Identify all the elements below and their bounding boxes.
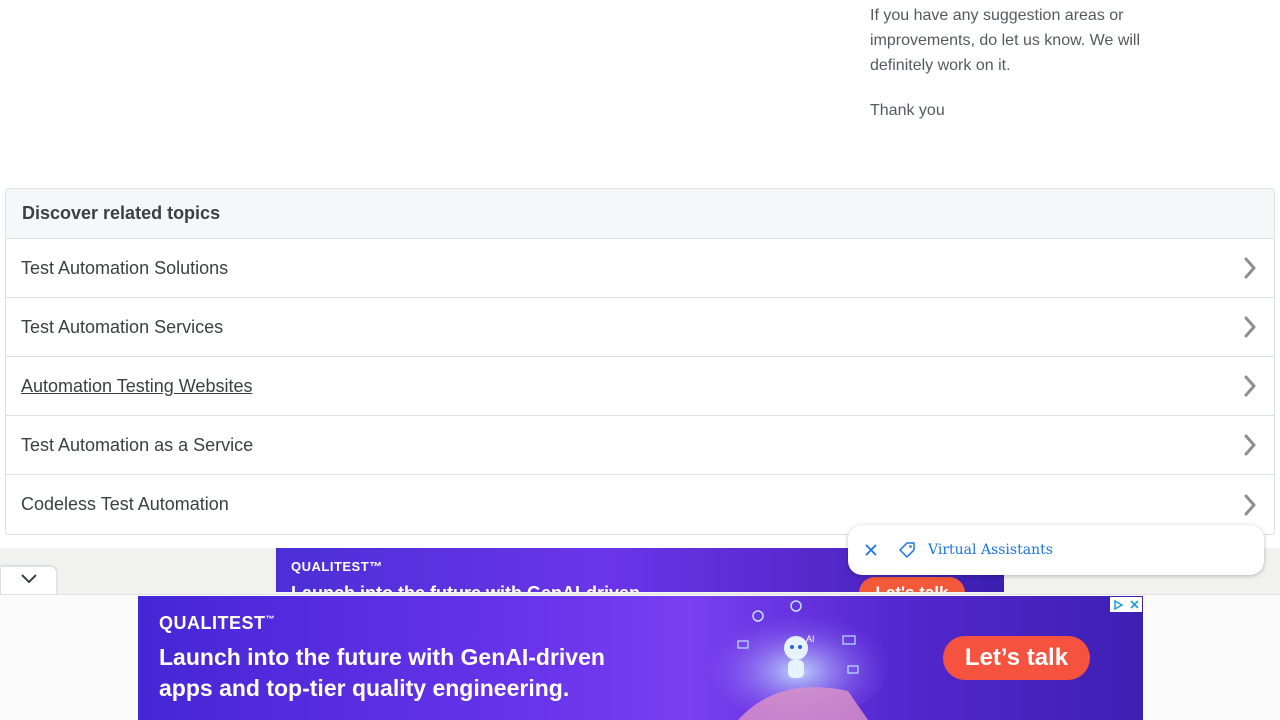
collapse-ad-button[interactable] xyxy=(0,566,57,594)
feedback-note: If you have any suggestion areas or impr… xyxy=(870,3,1170,143)
inline-ad-brand: QUALITEST™ xyxy=(291,559,383,574)
virtual-assistants-chip[interactable]: Virtual Assistants xyxy=(848,525,1264,575)
anchor-ad-cta-button[interactable]: Let’s talk xyxy=(943,636,1090,680)
topic-label: Codeless Test Automation xyxy=(21,494,229,514)
anchor-ad-brand: QUALITEST™ xyxy=(159,613,275,633)
anchor-ad-headline-line1: Launch into the future with GenAI-driven xyxy=(159,644,605,670)
chevron-right-icon xyxy=(1241,433,1259,457)
inline-ad-headline: Launch into the future with GenAI-driven xyxy=(291,583,640,592)
topic-item[interactable]: Test Automation Services xyxy=(6,298,1274,357)
adchoices-icon[interactable] xyxy=(1110,597,1126,612)
anchor-ad-headline-line2: apps and top-tier quality engineering. xyxy=(159,675,570,701)
chevron-right-icon xyxy=(1241,374,1259,398)
topic-item[interactable]: Test Automation Solutions xyxy=(6,239,1274,298)
chevron-right-icon xyxy=(1241,256,1259,280)
ad-close-icon[interactable] xyxy=(1126,597,1142,612)
topic-item[interactable]: Test Automation as a Service xyxy=(6,416,1274,475)
related-topics-panel: Discover related topics Test Automation … xyxy=(5,188,1275,535)
topic-label: Test Automation Solutions xyxy=(21,257,229,278)
feedback-paragraph: If you have any suggestion areas or impr… xyxy=(870,7,1141,74)
chevron-down-icon xyxy=(20,572,38,590)
inline-ad-cta-button[interactable]: Let's talk xyxy=(859,577,965,592)
chevron-right-icon xyxy=(1241,493,1259,517)
anchor-ad-banner[interactable]: QUALITEST™ Launch into the future with G… xyxy=(138,596,1143,720)
related-topics-header: Discover related topics xyxy=(6,189,1274,239)
tag-icon xyxy=(894,541,920,559)
topic-label: Test Automation Services xyxy=(21,316,224,337)
chevron-right-icon xyxy=(1241,315,1259,339)
topic-label: Test Automation as a Service xyxy=(21,434,254,455)
chip-label: Virtual Assistants xyxy=(928,542,1053,558)
topic-label: Automation Testing Websites xyxy=(21,375,253,396)
topic-item[interactable]: Automation Testing Websites xyxy=(6,357,1274,416)
close-icon[interactable] xyxy=(848,525,894,575)
thank-you-text: Thank you xyxy=(870,102,945,119)
svg-text:AI: AI xyxy=(806,634,815,644)
robot-illustration-icon: AI xyxy=(708,600,888,720)
related-topics-title: Discover related topics xyxy=(22,203,221,223)
